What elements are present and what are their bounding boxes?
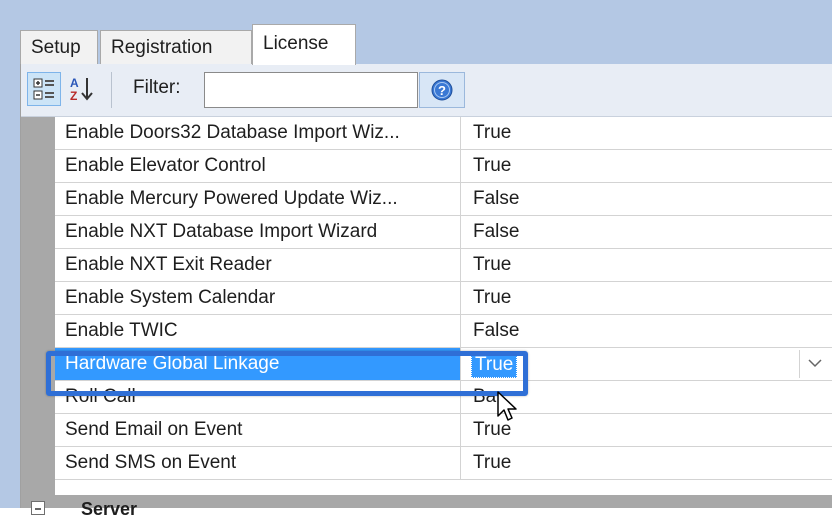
property-value[interactable]: True	[461, 447, 832, 479]
property-row[interactable]: Enable Doors32 Database Import Wiz... Tr…	[55, 117, 832, 150]
property-name: Send Email on Event	[55, 414, 461, 446]
property-row[interactable]: Enable NXT Database Import Wizard False	[55, 216, 832, 249]
filter-input[interactable]	[204, 72, 418, 108]
categorized-view-icon	[33, 78, 54, 100]
help-button[interactable]: ?	[419, 72, 465, 108]
category-header-server[interactable]: Server	[21, 495, 832, 519]
categorized-view-button[interactable]	[27, 72, 61, 106]
property-name: Enable Elevator Control	[55, 150, 461, 182]
value-dropdown-button[interactable]	[799, 350, 831, 378]
tab-license-label: License	[263, 33, 329, 54]
property-name: Enable NXT Database Import Wizard	[55, 216, 461, 248]
property-name: Enable NXT Exit Reader	[55, 249, 461, 281]
category-gutter	[21, 117, 55, 508]
collapse-toggle-icon[interactable]	[31, 501, 45, 515]
property-value[interactable]: False	[461, 216, 832, 248]
property-row[interactable]: Enable System Calendar True	[55, 282, 832, 315]
category-label: Server	[81, 499, 138, 519]
property-name: Enable Mercury Powered Update Wiz...	[55, 183, 461, 215]
tab-setup-label: Setup	[31, 37, 81, 58]
minus-icon	[35, 508, 41, 510]
selection-highlight-annotation	[46, 351, 528, 396]
property-name: Enable TWIC	[55, 315, 461, 347]
property-value[interactable]: True	[461, 249, 832, 281]
property-row[interactable]: Send Email on Event True	[55, 414, 832, 447]
property-name: Send SMS on Event	[55, 447, 461, 479]
property-grid-panel: A Z Filter: ? Enable Doors32 Database Im…	[20, 64, 832, 519]
property-value[interactable]: False	[461, 183, 832, 215]
help-icon: ?	[431, 79, 453, 101]
tab-setup[interactable]: Setup	[20, 30, 98, 64]
toolbar-separator	[111, 72, 112, 108]
svg-text:?: ?	[438, 83, 446, 98]
sort-alphabetical-icon: A Z	[70, 76, 93, 103]
svg-text:Z: Z	[70, 89, 77, 103]
tab-license[interactable]: License	[252, 24, 356, 65]
property-name: Enable System Calendar	[55, 282, 461, 314]
chevron-down-icon	[808, 359, 822, 368]
property-value[interactable]: True	[461, 117, 832, 149]
mouse-cursor-icon	[497, 391, 517, 421]
property-row[interactable]: Enable Mercury Powered Update Wiz... Fal…	[55, 183, 832, 216]
property-row[interactable]: Enable NXT Exit Reader True	[55, 249, 832, 282]
property-row[interactable]: Enable Elevator Control True	[55, 150, 832, 183]
sort-alphabetical-button[interactable]: A Z	[65, 72, 99, 106]
svg-text:A: A	[70, 76, 79, 90]
property-row[interactable]: Enable TWIC False	[55, 315, 832, 348]
tab-registration-label: Registration	[111, 37, 213, 58]
property-name: Enable Doors32 Database Import Wiz...	[55, 117, 461, 149]
filter-label: Filter:	[133, 77, 181, 98]
property-value[interactable]: False	[461, 315, 832, 347]
property-row[interactable]: Send SMS on Event True	[55, 447, 832, 480]
property-value[interactable]: True	[461, 282, 832, 314]
tab-registration[interactable]: Registration	[100, 30, 252, 64]
property-value[interactable]: True	[461, 150, 832, 182]
property-grid-toolbar: A Z Filter: ?	[21, 64, 832, 117]
